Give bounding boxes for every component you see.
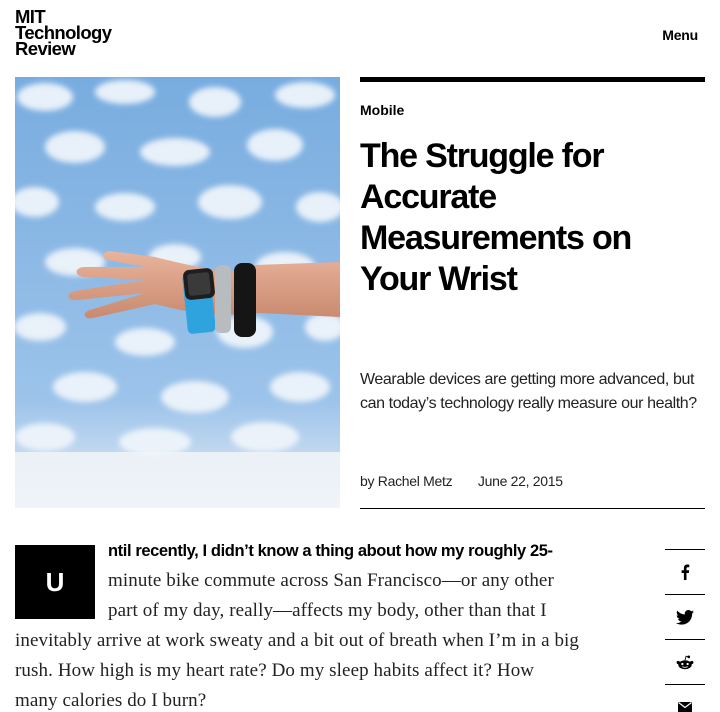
article-dek: Wearable devices are getting more advanc…	[360, 371, 697, 412]
article-header: Mobile The Struggle for Accurate Measure…	[360, 77, 705, 509]
share-reddit-button[interactable]	[665, 639, 705, 684]
author-link[interactable]: Rachel Metz	[378, 473, 453, 489]
article-headline: The Struggle for Accurate Measurements o…	[360, 137, 632, 298]
share-facebook-button[interactable]	[665, 549, 705, 594]
reddit-icon	[676, 655, 694, 669]
publish-date: June 22, 2015	[477, 473, 563, 489]
twitter-icon	[676, 609, 694, 625]
facebook-icon	[681, 564, 690, 580]
menu-button[interactable]: Menu	[662, 27, 698, 43]
share-twitter-button[interactable]	[665, 594, 705, 639]
share-email-button[interactable]	[665, 684, 705, 712]
body-line: many calories do I burn?	[15, 690, 207, 711]
hero-image	[15, 77, 340, 508]
drop-cap: U	[15, 545, 95, 619]
email-icon	[678, 702, 692, 712]
site-logo[interactable]: MIT Technology Review	[15, 7, 112, 59]
body-line: rush. How high is my heart rate? Do my s…	[15, 660, 535, 681]
body-line: inevitably arrive at work sweaty and a b…	[15, 630, 580, 651]
category-link[interactable]: Mobile	[360, 102, 404, 118]
byline: by Rachel Metz June 22, 2015	[360, 473, 563, 489]
lead-text: ntil recently, I didn’t know a thing abo…	[108, 542, 553, 560]
byline-prefix: by	[360, 473, 375, 489]
body-line: part of my day, really—affects my body, …	[108, 600, 547, 621]
body-line: minute bike commute across San Francisco…	[108, 570, 554, 591]
logo-line-review: Review	[15, 38, 76, 59]
